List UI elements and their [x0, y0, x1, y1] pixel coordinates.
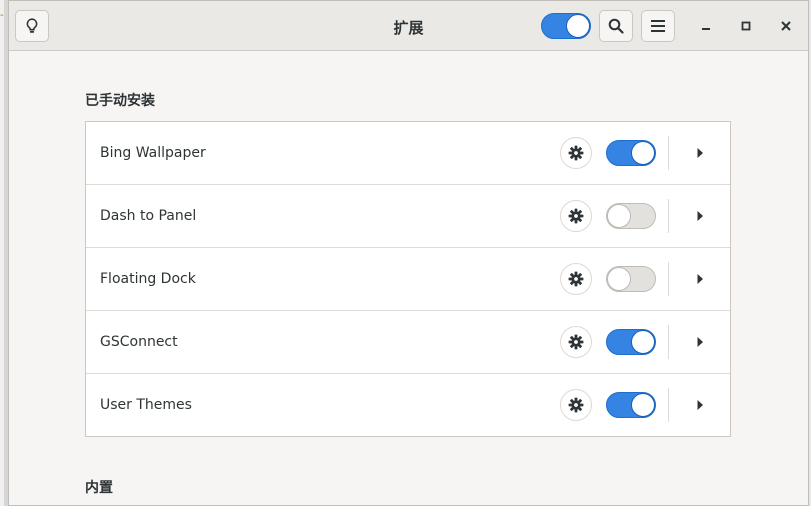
- row-divider: [668, 325, 669, 359]
- row-divider: [668, 136, 669, 170]
- switch-knob: [607, 267, 631, 291]
- hamburger-menu-icon: [651, 20, 665, 32]
- maximize-icon: [741, 21, 751, 31]
- maximize-button[interactable]: [733, 13, 759, 39]
- header-bar: 扩展: [9, 1, 808, 51]
- expand-row-button[interactable]: [686, 391, 714, 419]
- background-window-edge: [0, 0, 4, 506]
- expand-row-button[interactable]: [686, 139, 714, 167]
- switch-knob: [631, 141, 655, 165]
- extension-toggle-switch[interactable]: [606, 266, 656, 292]
- close-icon: [781, 21, 791, 31]
- gear-icon: [568, 397, 584, 413]
- switch-knob: [631, 330, 655, 354]
- extension-settings-button[interactable]: [560, 200, 592, 232]
- switch-knob: [566, 14, 590, 38]
- extension-row-dash-to-panel: Dash to Panel: [86, 185, 730, 248]
- pan-end-icon: [697, 211, 703, 221]
- extension-row-floating-dock: Floating Dock: [86, 248, 730, 311]
- row-divider: [668, 262, 669, 296]
- switch-knob: [631, 393, 655, 417]
- gear-icon: [568, 334, 584, 350]
- extensions-master-switch[interactable]: [541, 13, 591, 39]
- extension-name: GSConnect: [100, 334, 178, 350]
- search-button[interactable]: [599, 10, 633, 42]
- manual-extensions-list: Bing Wallpaper Dash to Panel Floating Do…: [85, 121, 731, 437]
- section-title-builtin: 内置: [85, 480, 113, 496]
- extension-toggle-switch[interactable]: [606, 140, 656, 166]
- extension-row-user-themes: User Themes: [86, 374, 730, 436]
- minimize-icon: [702, 28, 710, 30]
- extension-row-bing-wallpaper: Bing Wallpaper: [86, 122, 730, 185]
- gear-icon: [568, 208, 584, 224]
- extension-row-gsconnect: GSConnect: [86, 311, 730, 374]
- section-title-manual: 已手动安装: [85, 93, 155, 109]
- extension-name: Dash to Panel: [100, 208, 197, 224]
- extension-settings-button[interactable]: [560, 389, 592, 421]
- minimize-button[interactable]: [693, 13, 719, 39]
- extension-name: Bing Wallpaper: [100, 145, 206, 161]
- main-menu-button[interactable]: [641, 10, 675, 42]
- extension-settings-button[interactable]: [560, 137, 592, 169]
- expand-row-button[interactable]: [686, 202, 714, 230]
- window-title: 扩展: [393, 19, 424, 37]
- extension-name: User Themes: [100, 397, 192, 413]
- switch-knob: [607, 204, 631, 228]
- gear-icon: [568, 271, 584, 287]
- row-divider: [668, 388, 669, 422]
- extensions-window: 扩展 已手动安装 Bing Wallpaper Dash to Panel Fl…: [8, 0, 809, 506]
- extension-toggle-switch[interactable]: [606, 392, 656, 418]
- search-icon: [608, 18, 624, 34]
- pan-end-icon: [697, 148, 703, 158]
- close-button[interactable]: [773, 13, 799, 39]
- extension-name: Floating Dock: [100, 271, 196, 287]
- gear-icon: [568, 145, 584, 161]
- extension-settings-button[interactable]: [560, 326, 592, 358]
- tips-button[interactable]: [15, 10, 49, 42]
- extension-settings-button[interactable]: [560, 263, 592, 295]
- expand-row-button[interactable]: [686, 265, 714, 293]
- pan-end-icon: [697, 337, 703, 347]
- expand-row-button[interactable]: [686, 328, 714, 356]
- extension-toggle-switch[interactable]: [606, 329, 656, 355]
- background-window-mark: -: [0, 10, 4, 21]
- row-divider: [668, 199, 669, 233]
- pan-end-icon: [697, 274, 703, 284]
- extension-toggle-switch[interactable]: [606, 203, 656, 229]
- pan-end-icon: [697, 400, 703, 410]
- lightbulb-icon: [26, 18, 38, 33]
